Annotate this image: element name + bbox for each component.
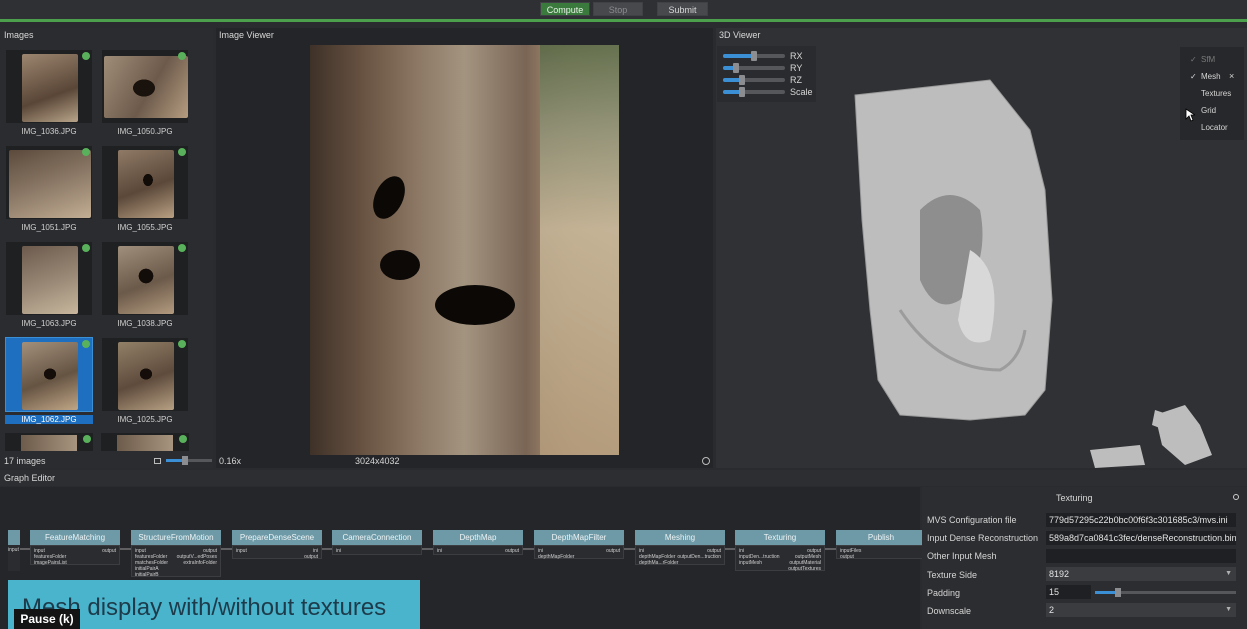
image-name: IMG_1055.JPG [117, 223, 173, 232]
port-label: initialPairB [135, 572, 159, 578]
layer-locator[interactable]: Locator [1201, 123, 1228, 132]
status-ok-icon [82, 244, 90, 252]
image-thumbnail[interactable]: IMG_1063.JPG [5, 241, 93, 331]
image-thumbnail-selected[interactable]: IMG_1062.JPG [5, 337, 93, 427]
scale-label: Scale [790, 87, 813, 97]
status-ok-icon [83, 435, 91, 443]
image-thumbnail[interactable]: IMG_1036.JPG [5, 49, 93, 139]
texture-side-select[interactable]: 8192 ▼ [1046, 567, 1236, 581]
status-ok-icon [178, 244, 186, 252]
padding-input[interactable]: 15 [1046, 585, 1091, 599]
layer-textures[interactable]: Textures [1201, 89, 1231, 98]
sfm-check-icon: ✓ [1190, 55, 1197, 64]
attr-label: MVS Configuration file [927, 515, 1017, 525]
attr-label: Other Input Mesh [927, 551, 997, 561]
status-ok-icon [178, 340, 186, 348]
progress-bar [0, 19, 1247, 22]
compute-button[interactable]: Compute [540, 2, 590, 16]
rx-slider[interactable] [723, 51, 785, 61]
layer-sfm[interactable]: SfM [1201, 55, 1215, 64]
status-ok-icon [179, 435, 187, 443]
layer-mesh[interactable]: Mesh [1201, 72, 1221, 81]
attr-label: Input Dense Reconstruction [927, 533, 1039, 543]
mouse-cursor-icon [1185, 108, 1195, 122]
submit-button[interactable]: Submit [657, 2, 708, 16]
image-thumbnail[interactable]: IMG_1038.JPG [101, 241, 189, 331]
attr-label: Downscale [927, 606, 972, 616]
image-name: IMG_1051.JPG [21, 223, 77, 232]
image-thumbnail[interactable]: IMG_1051.JPG [5, 145, 93, 235]
dense-reconstruction-field[interactable]: 589a8d7ca0841c3fec/denseReconstruction.b… [1046, 531, 1236, 545]
padding-slider[interactable] [1095, 588, 1236, 597]
mesh-check-icon: ✓ [1190, 72, 1197, 81]
attr-label: Texture Side [927, 570, 978, 580]
stop-button[interactable]: Stop [593, 2, 643, 16]
graph-editor-header [0, 470, 1247, 486]
layer-grid[interactable]: Grid [1201, 106, 1216, 115]
graph-editor-title: Graph Editor [4, 473, 56, 483]
ry-slider[interactable] [723, 63, 785, 73]
status-ok-icon [82, 52, 90, 60]
mvs-config-field[interactable]: 779d57295c22b0bc00f6f3c301685c3/mvs.ini [1046, 513, 1236, 527]
downscale-select[interactable]: 2 ▼ [1046, 603, 1236, 617]
ry-label: RY [790, 63, 803, 73]
node-title: Texturing [1056, 493, 1093, 503]
info-icon[interactable] [702, 457, 710, 465]
image-thumbnail[interactable]: IMG_1055.JPG [101, 145, 189, 235]
image-resolution: 3024x4032 [355, 456, 400, 466]
image-thumbnail[interactable] [101, 433, 189, 451]
rz-slider[interactable] [723, 75, 785, 85]
status-ok-icon [82, 340, 90, 348]
image-thumbnail[interactable]: IMG_1050.JPG [101, 49, 189, 139]
thumbnail-size-slider[interactable] [166, 456, 212, 465]
image-name: IMG_1025.JPG [117, 415, 173, 424]
other-input-mesh-field[interactable] [1046, 549, 1236, 563]
image-thumbnail[interactable] [5, 433, 93, 451]
image-name: IMG_1062.JPG [5, 415, 93, 424]
rz-label: RZ [790, 75, 802, 85]
status-ok-icon [82, 148, 90, 156]
pause-button[interactable]: Pause (k) [14, 609, 80, 629]
image-preview [310, 45, 619, 455]
chevron-down-icon: ▼ [1225, 570, 1232, 577]
settings-icon[interactable] [1233, 494, 1239, 500]
attr-label: Padding [927, 588, 961, 598]
3d-viewer-title: 3D Viewer [719, 30, 761, 40]
image-name: IMG_1050.JPG [117, 127, 173, 136]
select-value: 2 [1049, 605, 1055, 615]
thumbnail-size-icon [154, 458, 161, 464]
image-name: IMG_1038.JPG [117, 319, 173, 328]
status-ok-icon [178, 148, 186, 156]
status-ok-icon [178, 52, 186, 60]
image-count: 17 images [4, 456, 46, 466]
graph-edges [20, 548, 836, 550]
scale-slider[interactable] [723, 87, 785, 97]
zoom-level: 0.16x [219, 456, 242, 466]
images-panel-title: Images [4, 30, 34, 40]
image-name: IMG_1063.JPG [21, 319, 77, 328]
image-name: IMG_1036.JPG [21, 127, 77, 136]
image-thumbnail[interactable]: IMG_1025.JPG [101, 337, 189, 427]
close-icon[interactable]: × [1229, 71, 1234, 81]
chevron-down-icon: ▼ [1225, 606, 1232, 613]
select-value: 8192 [1049, 569, 1070, 579]
rx-label: RX [790, 51, 803, 61]
image-viewer-title: Image Viewer [219, 30, 274, 40]
